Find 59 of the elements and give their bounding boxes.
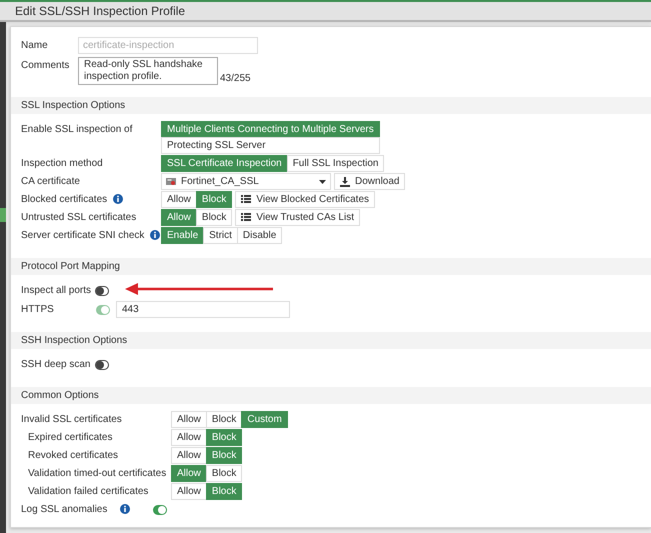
- field-label: Validation timed-out certificates: [27, 467, 168, 481]
- character-counter: 43/255: [220, 73, 251, 85]
- view-list-button[interactable]: View Trusted CAs List: [235, 209, 360, 226]
- sidebar-marker: [0, 208, 6, 222]
- segment-button[interactable]: Block: [206, 429, 242, 446]
- download-icon: [340, 176, 350, 186]
- section-title: Protocol Port Mapping: [21, 261, 120, 272]
- segment-button[interactable]: SSL Certificate Inspection: [161, 155, 288, 172]
- comments-field[interactable]: Read-only SSL handshake inspection profile.: [78, 57, 218, 85]
- toggle-switch[interactable]: [153, 505, 167, 515]
- segment-button[interactable]: Block: [206, 411, 242, 428]
- segment-button[interactable]: Strict: [203, 227, 238, 244]
- segment-button[interactable]: Allow: [171, 429, 207, 446]
- certificate-icon: [166, 176, 176, 186]
- field-label: Blocked certificates: [21, 193, 108, 207]
- option-button[interactable]: Protecting SSL Server: [161, 137, 380, 154]
- field-label: Log SSL anomalies: [21, 503, 108, 517]
- segment-button[interactable]: Block: [206, 447, 242, 464]
- field-label: Server certificate SNI check: [21, 229, 144, 243]
- view-list-button[interactable]: View Blocked Certificates: [235, 191, 376, 208]
- segment-button[interactable]: Allow: [171, 465, 207, 482]
- segment-button[interactable]: Full SSL Inspection: [286, 155, 384, 172]
- segment-button[interactable]: Allow: [171, 411, 207, 428]
- segment-button[interactable]: Allow: [161, 191, 197, 208]
- field-label: Expired certificates: [27, 431, 114, 445]
- option-button[interactable]: Multiple Clients Connecting to Multiple Servers: [161, 121, 380, 138]
- list-icon: [241, 195, 252, 204]
- field-label: HTTPS: [21, 303, 55, 317]
- segment-button[interactable]: Allow: [171, 483, 207, 500]
- field-label: Invalid SSL certificates: [21, 413, 123, 427]
- segment-button[interactable]: Enable: [161, 227, 204, 244]
- segment-button[interactable]: Allow: [161, 209, 197, 226]
- toggle-switch[interactable]: [95, 286, 110, 296]
- field-label: Name: [21, 39, 49, 53]
- field-label: Untrusted SSL certificates: [21, 211, 138, 225]
- field-label: Inspect all ports: [21, 284, 92, 298]
- field-label: SSH deep scan: [21, 358, 90, 372]
- field-label: Revoked certificates: [27, 449, 120, 463]
- toggle-switch[interactable]: [94, 360, 108, 370]
- segment-button[interactable]: Block: [206, 483, 242, 500]
- field-label: Inspection method: [21, 157, 104, 171]
- dialog-title: Edit SSL/SSH Inspection Profile: [15, 4, 186, 18]
- field-label: Validation failed certificates: [27, 485, 150, 499]
- list-icon: [241, 213, 252, 222]
- download-button[interactable]: Download: [334, 173, 406, 190]
- caret-icon: [319, 180, 326, 184]
- field-label: Enable SSL inspection of: [21, 123, 134, 137]
- section-title: Common Options: [21, 390, 99, 401]
- segment-button[interactable]: Block: [196, 191, 232, 208]
- section-title: SSH Inspection Options: [21, 335, 128, 346]
- field-label: Comments: [21, 59, 70, 73]
- segment-button[interactable]: Allow: [171, 447, 207, 464]
- segment-button[interactable]: Block: [206, 465, 242, 482]
- section-title: SSL Inspection Options: [21, 100, 126, 111]
- segment-button[interactable]: Custom: [241, 411, 288, 428]
- segment-button[interactable]: Disable: [236, 227, 282, 244]
- field-label: CA certificate: [21, 175, 81, 189]
- certificate-select[interactable]: Fortinet_CA_SSL: [161, 173, 331, 190]
- segment-button[interactable]: Block: [196, 209, 232, 226]
